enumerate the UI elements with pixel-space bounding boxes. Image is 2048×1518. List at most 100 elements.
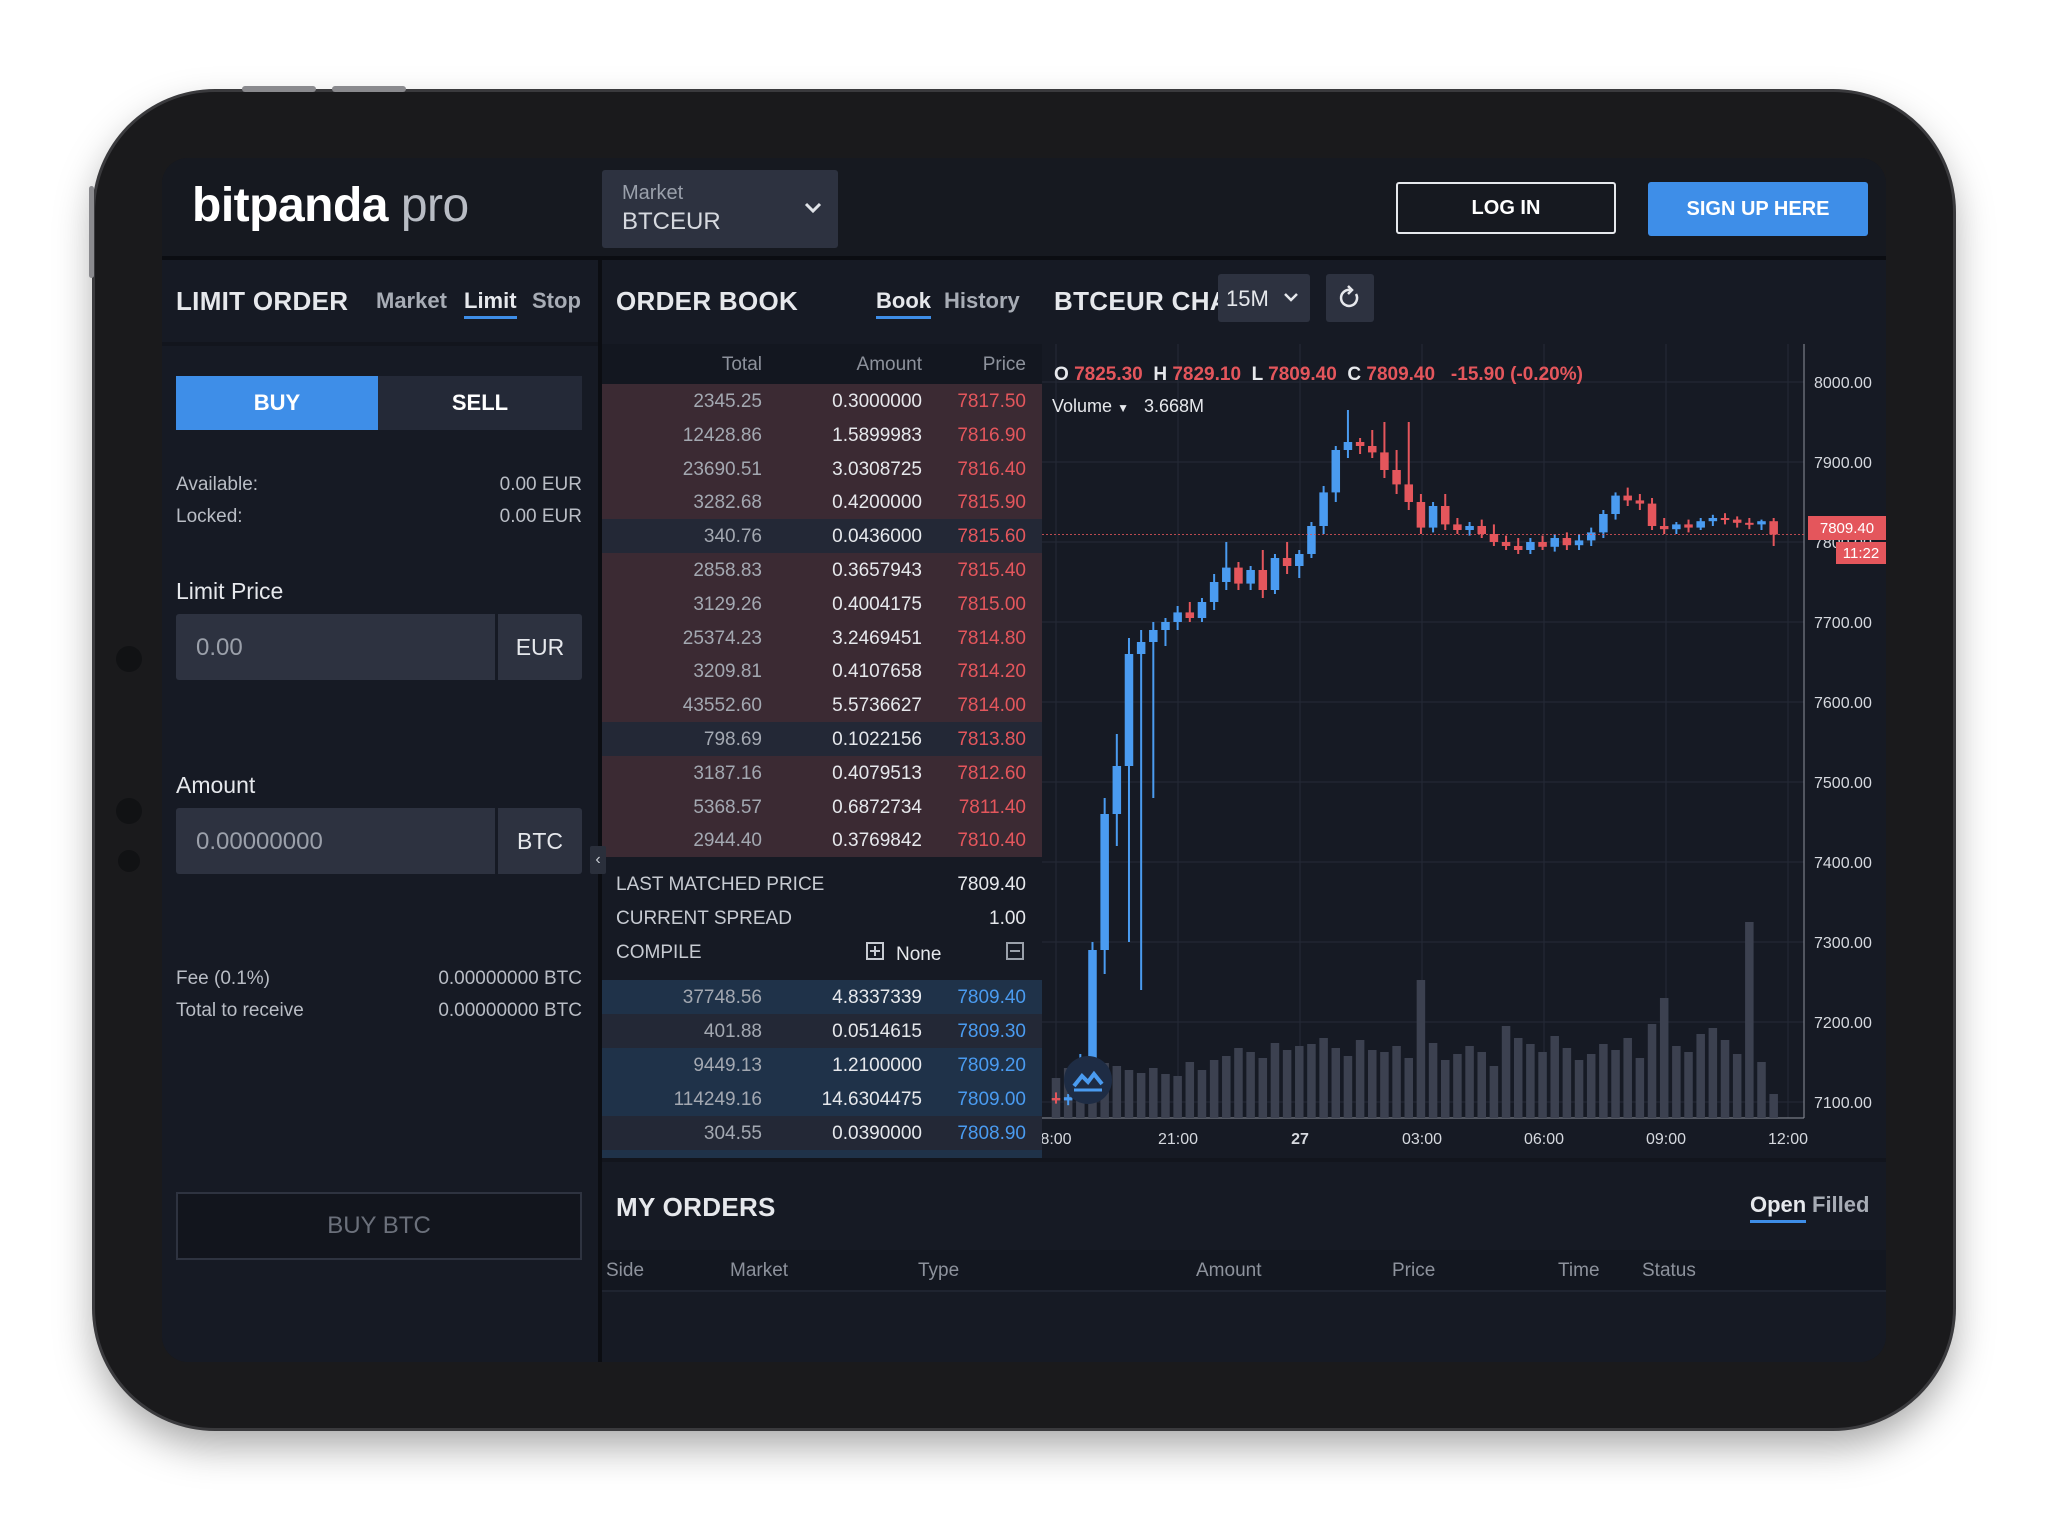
candle-body — [1672, 524, 1681, 530]
market-select[interactable]: Market BTCEUR — [602, 170, 838, 248]
tab-book[interactable]: Book — [876, 288, 931, 319]
tab-filled[interactable]: Filled — [1812, 1192, 1869, 1218]
volume-bar — [1209, 1060, 1219, 1118]
ask-row[interactable]: 25374.23 3.2469451 7814.80 — [602, 620, 1042, 655]
ask-row[interactable]: 2944.40 0.3769842 7810.40 — [602, 823, 1042, 858]
candlestick-chart[interactable]: 8000.007900.007800.007700.007600.007500.… — [1042, 344, 1886, 1158]
candle-body — [1209, 582, 1219, 602]
candle-body — [1258, 570, 1268, 590]
brand-logo[interactable]: bitpanda pro — [192, 178, 469, 233]
column-amount: Amount — [1196, 1260, 1262, 1281]
bid-row[interactable]: 114249.16 14.6304475 7809.00 — [602, 1082, 1042, 1116]
ask-amount: 5.5736627 — [832, 695, 922, 717]
column-price: Price — [982, 354, 1026, 375]
signup-button[interactable]: SIGN UP HERE — [1648, 182, 1868, 236]
buy-toggle-button[interactable]: BUY — [176, 376, 378, 430]
ask-total: 25374.23 — [682, 627, 762, 649]
bid-total: 304.55 — [703, 1123, 762, 1144]
ask-price: 7815.00 — [957, 593, 1026, 615]
ask-total: 12428.86 — [682, 424, 762, 446]
chart-background — [1042, 344, 1886, 1158]
candle-body — [1647, 503, 1657, 526]
ask-total: 3282.68 — [693, 492, 762, 514]
plus-square-icon[interactable] — [866, 942, 884, 965]
tab-stop[interactable]: Stop — [532, 288, 581, 314]
ask-row[interactable]: 2858.83 0.3657943 7815.40 — [602, 553, 1042, 587]
bid-total: 9449.13 — [693, 1055, 762, 1076]
x-tick-label: 09:00 — [1646, 1131, 1686, 1148]
ask-row[interactable]: 3282.68 0.4200000 7815.90 — [602, 485, 1042, 520]
bid-total: 401.88 — [703, 1021, 762, 1042]
volume-bar — [1453, 1054, 1462, 1118]
column-amount: Amount — [856, 354, 922, 375]
candle-body — [1149, 630, 1158, 642]
bid-row[interactable]: 304.55 0.0390000 7808.90 — [602, 1116, 1042, 1150]
login-button[interactable]: LOG IN — [1396, 182, 1616, 234]
ask-row[interactable]: 3129.26 0.4004175 7815.00 — [602, 586, 1042, 621]
chevron-down-icon — [802, 196, 824, 224]
buy-sell-toggle: BUY SELL — [176, 376, 582, 430]
tab-open[interactable]: Open — [1750, 1192, 1807, 1223]
ask-row[interactable]: 798.69 0.1022156 7813.80 — [602, 722, 1042, 756]
volume-bar — [1124, 1070, 1134, 1118]
volume-bar — [1197, 1070, 1207, 1118]
ask-row[interactable]: 3187.16 0.4079513 7812.60 — [602, 755, 1042, 790]
order-form-panel: LIMIT ORDER Market Limit Stop BUY SELL A… — [162, 260, 602, 1362]
bid-row[interactable]: 9449.13 1.2100000 7809.20 — [602, 1048, 1042, 1082]
ask-row[interactable]: 43552.60 5.5736627 7814.00 — [602, 688, 1042, 723]
camera-dot — [116, 646, 142, 672]
candle-body — [1368, 446, 1377, 453]
candle-body — [1745, 522, 1754, 525]
minus-square-icon[interactable] — [1006, 942, 1024, 965]
countdown-tag: 11:22 — [1836, 542, 1886, 564]
volume-bar — [1331, 1048, 1341, 1118]
bid-row[interactable]: 401.88 0.0514615 7809.30 — [602, 1014, 1042, 1048]
ask-price: 7816.40 — [957, 458, 1026, 480]
volume-readout[interactable]: Volume ▼ 3.668M — [1052, 396, 1204, 417]
volume-bar — [1173, 1076, 1182, 1118]
ask-price: 7817.50 — [957, 391, 1026, 412]
tradingview-logo-icon[interactable] — [1064, 1056, 1112, 1104]
candle-body — [1295, 554, 1304, 566]
my-orders-panel: MY ORDERS Open Filled Side Market Type A… — [602, 1158, 1886, 1362]
y-tick-label: 7100.00 — [1814, 1095, 1872, 1112]
sell-toggle-button[interactable]: SELL — [378, 376, 582, 430]
y-tick-label: 7200.00 — [1814, 1015, 1872, 1032]
volume-bar — [1708, 1028, 1718, 1118]
ask-row[interactable]: 5368.57 0.6872734 7811.40 — [602, 789, 1042, 824]
limit-price-input[interactable]: 0.00 EUR — [176, 614, 582, 680]
candle-body — [1720, 518, 1730, 520]
ask-row[interactable]: 3209.81 0.4107658 7814.20 — [602, 654, 1042, 689]
limit-price-value: 0.00 — [196, 634, 243, 661]
amount-input[interactable]: 0.00000000 BTC — [176, 808, 582, 874]
order-book-panel: ORDER BOOK Book History Total Amount Pri… — [602, 260, 1042, 1168]
candle-body — [1355, 442, 1365, 446]
ask-row[interactable]: 12428.86 1.5899983 7816.90 — [602, 417, 1042, 452]
volume-bar — [1489, 1066, 1499, 1118]
ask-amount: 0.3000000 — [832, 391, 922, 412]
order-book-header-bg — [602, 344, 1042, 384]
interval-select[interactable]: 15M — [1218, 274, 1310, 322]
candle-body — [1562, 538, 1572, 546]
candle-body — [1307, 526, 1316, 554]
refresh-button[interactable] — [1326, 274, 1374, 322]
tab-limit[interactable]: Limit — [464, 288, 517, 319]
buy-btc-button[interactable]: BUY BTC — [176, 1192, 582, 1260]
x-tick-label: 21:00 — [1158, 1131, 1198, 1148]
ask-row[interactable]: 340.76 0.0436000 7815.60 — [602, 519, 1042, 554]
candle-body — [1270, 558, 1280, 590]
bid-row[interactable]: 37748.56 4.8337339 7809.40 — [602, 980, 1042, 1014]
ask-row[interactable]: 2345.25 0.3000000 7817.50 — [602, 384, 1042, 418]
ask-amount: 0.4107658 — [832, 661, 922, 683]
ask-price: 7810.40 — [957, 830, 1026, 852]
tab-history[interactable]: History — [944, 288, 1020, 314]
bid-price: 7808.90 — [957, 1123, 1026, 1144]
column-type: Type — [918, 1260, 960, 1281]
low-value: 7809.40 — [1268, 364, 1337, 385]
ask-amount: 0.6872734 — [832, 796, 922, 818]
candle-body — [1489, 534, 1499, 542]
volume-bar — [1513, 1038, 1523, 1118]
tab-market[interactable]: Market — [376, 288, 447, 314]
ask-row[interactable]: 23690.51 3.0308725 7816.40 — [602, 451, 1042, 486]
collapse-panel-button[interactable]: ‹ — [590, 846, 606, 874]
